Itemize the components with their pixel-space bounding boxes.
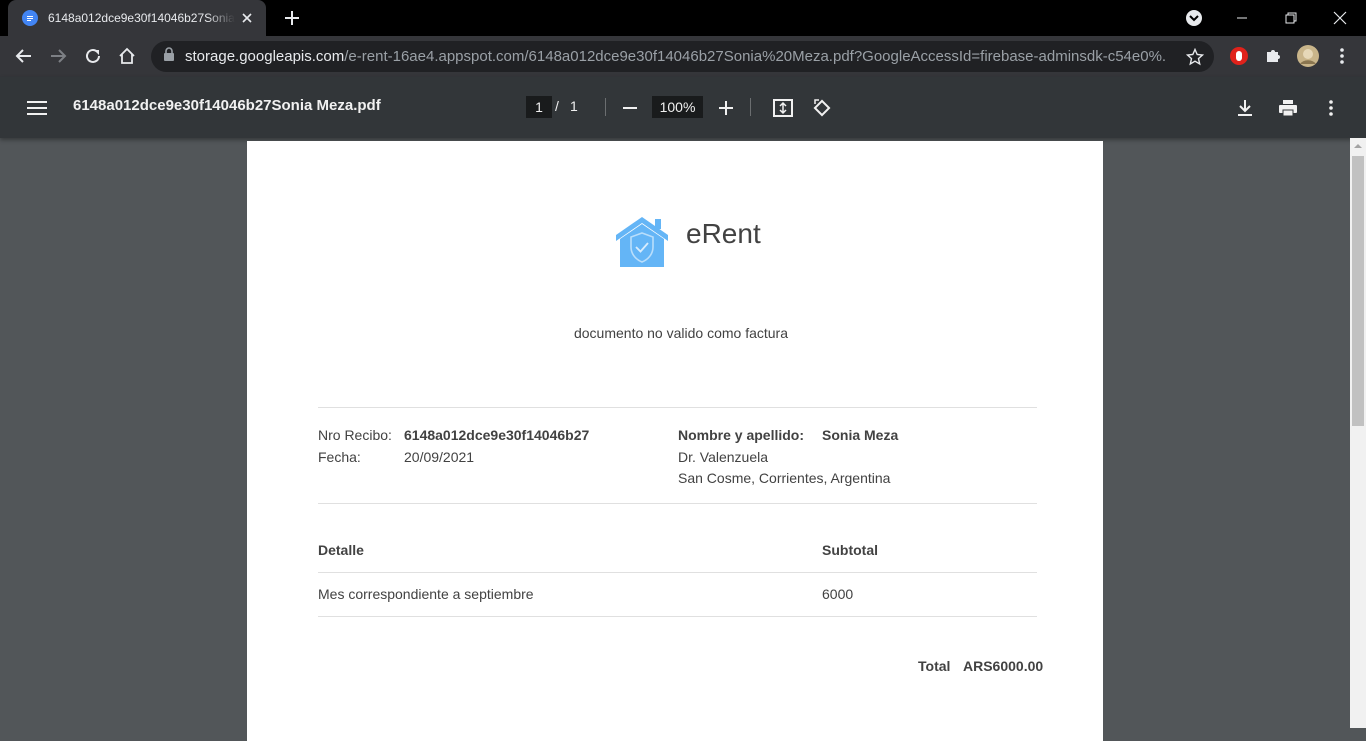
rotate-icon[interactable]: [807, 93, 837, 123]
address-line-1: Dr. Valenzuela: [678, 449, 769, 465]
tab-strip: 6148a012dce9e30f14046b27Sonia Meza.pdf: [0, 0, 1366, 36]
subtotal-column-header: Subtotal: [822, 542, 878, 558]
total-label: Total: [918, 658, 951, 674]
receipt-number-label: Nro Recibo:: [318, 427, 392, 443]
address-line-2: San Cosme, Corrientes, Argentina: [678, 470, 891, 486]
scroll-up-arrow-icon[interactable]: [1350, 138, 1366, 154]
pdf-toolbar: 6148a012dce9e30f14046b27Sonia Meza.pdf 1…: [0, 77, 1366, 138]
back-arrow-icon[interactable]: [10, 42, 38, 70]
scroll-thumb[interactable]: [1352, 156, 1364, 426]
table-row-detail: Mes correspondiente a septiembre: [318, 586, 534, 602]
extensions-puzzle-icon[interactable]: [1259, 42, 1287, 70]
date-value: 20/09/2021: [404, 449, 475, 465]
tab-search-icon[interactable]: [1170, 0, 1218, 36]
bookmark-star-icon[interactable]: [1184, 46, 1206, 68]
pdf-file-name: 6148a012dce9e30f14046b27Sonia Meza.pdf: [73, 97, 381, 114]
receipt-number-value: 6148a012dce9e30f14046b27: [404, 427, 590, 443]
lock-icon[interactable]: [163, 47, 175, 66]
zoom-out-icon[interactable]: [615, 93, 645, 123]
tab-title: 6148a012dce9e30f14046b27Sonia Meza.pdf: [48, 11, 235, 25]
divider: [318, 407, 1037, 408]
browser-toolbar: storage.googleapis.com/e-rent-16ae4.apps…: [0, 36, 1366, 77]
adblock-extension-icon[interactable]: [1225, 42, 1253, 70]
browser-tab[interactable]: 6148a012dce9e30f14046b27Sonia Meza.pdf: [8, 0, 266, 36]
table-divider: [318, 572, 1037, 573]
home-icon[interactable]: [113, 42, 141, 70]
name-value: Sonia Meza: [822, 427, 899, 443]
reload-icon[interactable]: [79, 42, 107, 70]
vertical-scrollbar[interactable]: [1350, 138, 1366, 728]
date-label: Fecha:: [318, 449, 361, 465]
new-tab-plus-icon[interactable]: [280, 6, 304, 30]
pdf-page: eRent documento no valido como factura N…: [247, 141, 1103, 741]
profile-avatar[interactable]: [1294, 42, 1322, 70]
minimize-icon[interactable]: [1218, 0, 1266, 36]
address-bar[interactable]: storage.googleapis.com/e-rent-16ae4.apps…: [151, 41, 1214, 72]
disclaimer-text: documento no valido como factura: [573, 325, 788, 341]
forward-arrow-icon[interactable]: [44, 42, 72, 70]
tab-close-icon[interactable]: [239, 9, 256, 27]
name-label: Nombre y apellido:: [678, 427, 805, 443]
zoom-in-icon[interactable]: [711, 93, 741, 123]
close-window-icon[interactable]: [1316, 0, 1364, 36]
toolbar-divider: [750, 98, 751, 116]
table-row-subtotal: 6000: [822, 586, 854, 602]
pdf-favicon-icon: [22, 10, 38, 26]
url-path: /e-rent-16ae4.appspot.com/6148a012dce9e3…: [344, 48, 1165, 65]
divider: [318, 503, 1037, 504]
fit-page-icon[interactable]: [768, 93, 798, 123]
more-options-icon[interactable]: [1316, 93, 1346, 123]
page-number-input[interactable]: 1: [526, 96, 552, 118]
table-divider: [318, 616, 1037, 617]
download-icon[interactable]: [1230, 93, 1260, 123]
total-value: ARS6000.00: [963, 658, 1044, 674]
url-host: storage.googleapis.com: [185, 48, 345, 65]
house-shield-logo-icon: [614, 215, 670, 269]
print-icon[interactable]: [1273, 93, 1303, 123]
detail-column-header: Detalle: [318, 542, 364, 558]
page-separator: /: [555, 98, 559, 114]
menu-hamburger-icon[interactable]: [22, 93, 52, 123]
brand-name: eRent: [686, 218, 761, 249]
toolbar-divider: [605, 98, 606, 116]
browser-menu-icon[interactable]: [1328, 42, 1356, 70]
zoom-level-input[interactable]: 100%: [652, 96, 703, 118]
url-text: storage.googleapis.com/e-rent-16ae4.apps…: [185, 48, 1165, 65]
restore-icon[interactable]: [1267, 0, 1315, 36]
page-total: 1: [570, 98, 578, 114]
